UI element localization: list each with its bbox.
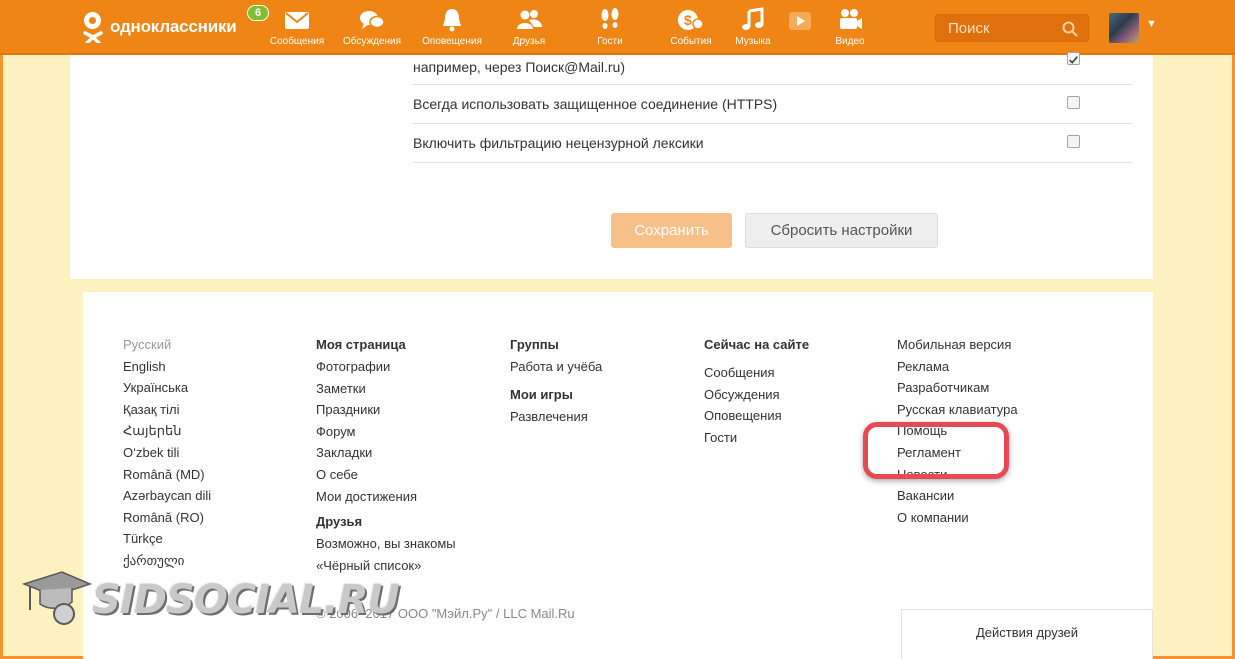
settings-row-label: например, через Поиск@Mail.ru) <box>413 59 626 75</box>
friends-activity-label: Действия друзей <box>975 625 1079 640</box>
camera-icon <box>840 9 862 29</box>
save-button[interactable]: Сохранить <box>611 213 732 248</box>
footer-link[interactable]: Разработчикам <box>897 377 1018 399</box>
settings-checkbox[interactable] <box>1067 135 1080 148</box>
language-item[interactable]: Қазақ тілі <box>123 399 211 421</box>
top-toolbar: одноклассники 6 Сообщения Обсуждения Опо… <box>0 0 1235 55</box>
footer-my-page: Моя страница Фотографии Заметки Праздник… <box>316 334 456 576</box>
nav-events[interactable]: $ События <box>654 6 728 47</box>
nav-notifications-label: Оповещения <box>422 36 482 47</box>
graduation-cap-icon <box>22 571 92 625</box>
nav-guests-label: Гости <box>597 36 623 47</box>
nav-messages[interactable]: Сообщения <box>262 6 332 47</box>
nav-notifications[interactable]: Оповещения <box>412 6 492 47</box>
language-item[interactable]: Türkçe <box>123 528 211 550</box>
footer-link[interactable]: Оповещения <box>704 405 809 427</box>
footer-link[interactable]: Обсуждения <box>704 384 809 406</box>
music-note-icon <box>742 7 764 30</box>
nav-music-label: Музыка <box>735 36 771 47</box>
footer-heading[interactable]: Мои игры <box>510 384 602 406</box>
language-item[interactable]: Română (MD) <box>123 464 211 486</box>
language-item[interactable]: Română (RO) <box>123 507 211 529</box>
left-column <box>70 55 397 279</box>
footer-link[interactable]: Возможно, вы знакомы <box>316 533 456 555</box>
nav-discussions-label: Обсуждения <box>342 36 402 47</box>
highlight-outline <box>863 422 1009 479</box>
language-item[interactable]: English <box>123 356 211 378</box>
settings-row-label: Всегда использовать защищенное соединени… <box>413 96 778 112</box>
coins-icon: $ <box>678 10 704 30</box>
play-icon <box>789 12 811 30</box>
language-item[interactable]: ქართული <box>123 550 211 572</box>
chevron-down-icon[interactable]: ▼ <box>1146 18 1157 30</box>
language-item[interactable]: Azərbaycan dili <box>123 485 211 507</box>
settings-row: например, через Поиск@Mail.ru) <box>413 52 1133 85</box>
nav-messages-label: Сообщения <box>269 36 325 47</box>
language-item: Русский <box>123 337 172 352</box>
settings-row: Включить фильтрацию нецензурной лексики <box>413 124 1133 163</box>
watermark-text: SIDSOCIAL.RU <box>92 577 400 623</box>
logo[interactable]: одноклассники <box>82 10 237 44</box>
footer-link[interactable]: Форум <box>316 421 456 443</box>
settings-row: Всегда использовать защищенное соединени… <box>413 85 1133 124</box>
footer-link[interactable]: Развлечения <box>510 406 602 428</box>
settings-checkbox[interactable] <box>1067 96 1080 109</box>
nav-video[interactable]: Видео <box>822 6 878 47</box>
footer-link[interactable]: Мои достижения <box>316 486 456 508</box>
footer-link[interactable]: Гости <box>704 427 809 449</box>
footer-link[interactable]: Работа и учёба <box>510 356 602 378</box>
footer-heading[interactable]: Группы <box>510 334 602 356</box>
footer-link[interactable]: Реклама <box>897 356 1018 378</box>
language-item[interactable]: Українська <box>123 377 211 399</box>
footprints-icon <box>601 8 619 29</box>
footer-link[interactable]: О компании <box>897 507 1018 529</box>
avatar[interactable] <box>1109 13 1139 43</box>
footer-link[interactable]: Вакансии <box>897 485 1018 507</box>
ok-logo-icon <box>82 10 104 44</box>
svg-text:$: $ <box>684 12 692 28</box>
people-icon <box>517 10 542 29</box>
chat-bubbles-icon <box>360 11 385 29</box>
nav-guests[interactable]: Гости <box>566 6 654 47</box>
settings-checkbox[interactable] <box>1067 52 1080 65</box>
nav-friends[interactable]: Друзья <box>492 6 566 47</box>
nav-events-label: События <box>670 36 712 47</box>
footer-languages: Русский English Українська Қазақ тілі Հա… <box>123 334 211 572</box>
footer-groups: Группы Работа и учёба Мои игры Развлечен… <box>510 334 602 427</box>
reset-settings-button[interactable]: Сбросить настройки <box>745 213 938 248</box>
footer-link[interactable]: О себе <box>316 464 456 486</box>
footer-online: Сейчас на сайте Сообщения Обсуждения Опо… <box>704 334 809 448</box>
footer-heading[interactable]: Моя страница <box>316 334 456 356</box>
main-nav: Сообщения Обсуждения Оповещения Друзья Г… <box>262 6 878 47</box>
footer-link[interactable]: Праздники <box>316 399 456 421</box>
envelope-icon <box>285 12 309 29</box>
nav-music[interactable]: Музыка <box>728 6 778 47</box>
search-box[interactable] <box>935 14 1089 42</box>
nav-play[interactable] <box>778 6 822 47</box>
friends-activity-panel[interactable]: Действия друзей <box>901 609 1153 659</box>
footer-link[interactable]: Закладки <box>316 442 456 464</box>
footer-heading[interactable]: Друзья <box>316 511 456 533</box>
settings-row-label: Включить фильтрацию нецензурной лексики <box>413 135 704 151</box>
footer-link[interactable]: Сообщения <box>704 362 809 384</box>
logo-text: одноклассники <box>110 17 237 36</box>
footer-link[interactable]: Фотографии <box>316 356 456 378</box>
footer-link[interactable]: Заметки <box>316 378 456 400</box>
language-item[interactable]: Հայերեն <box>123 420 211 442</box>
watermark: SIDSOCIAL.RU <box>22 570 400 630</box>
footer-link[interactable]: Мобильная версия <box>897 334 1018 356</box>
footer-heading: Сейчас на сайте <box>704 337 810 352</box>
search-icon[interactable] <box>1062 21 1078 37</box>
bell-icon <box>443 9 461 32</box>
footer-link[interactable]: Русская клавиатура <box>897 399 1018 421</box>
nav-discussions[interactable]: Обсуждения <box>332 6 412 47</box>
nav-video-label: Видео <box>835 36 865 47</box>
nav-friends-label: Друзья <box>512 36 546 47</box>
language-item[interactable]: O‘zbek tili <box>123 442 211 464</box>
search-input[interactable] <box>936 15 1056 41</box>
